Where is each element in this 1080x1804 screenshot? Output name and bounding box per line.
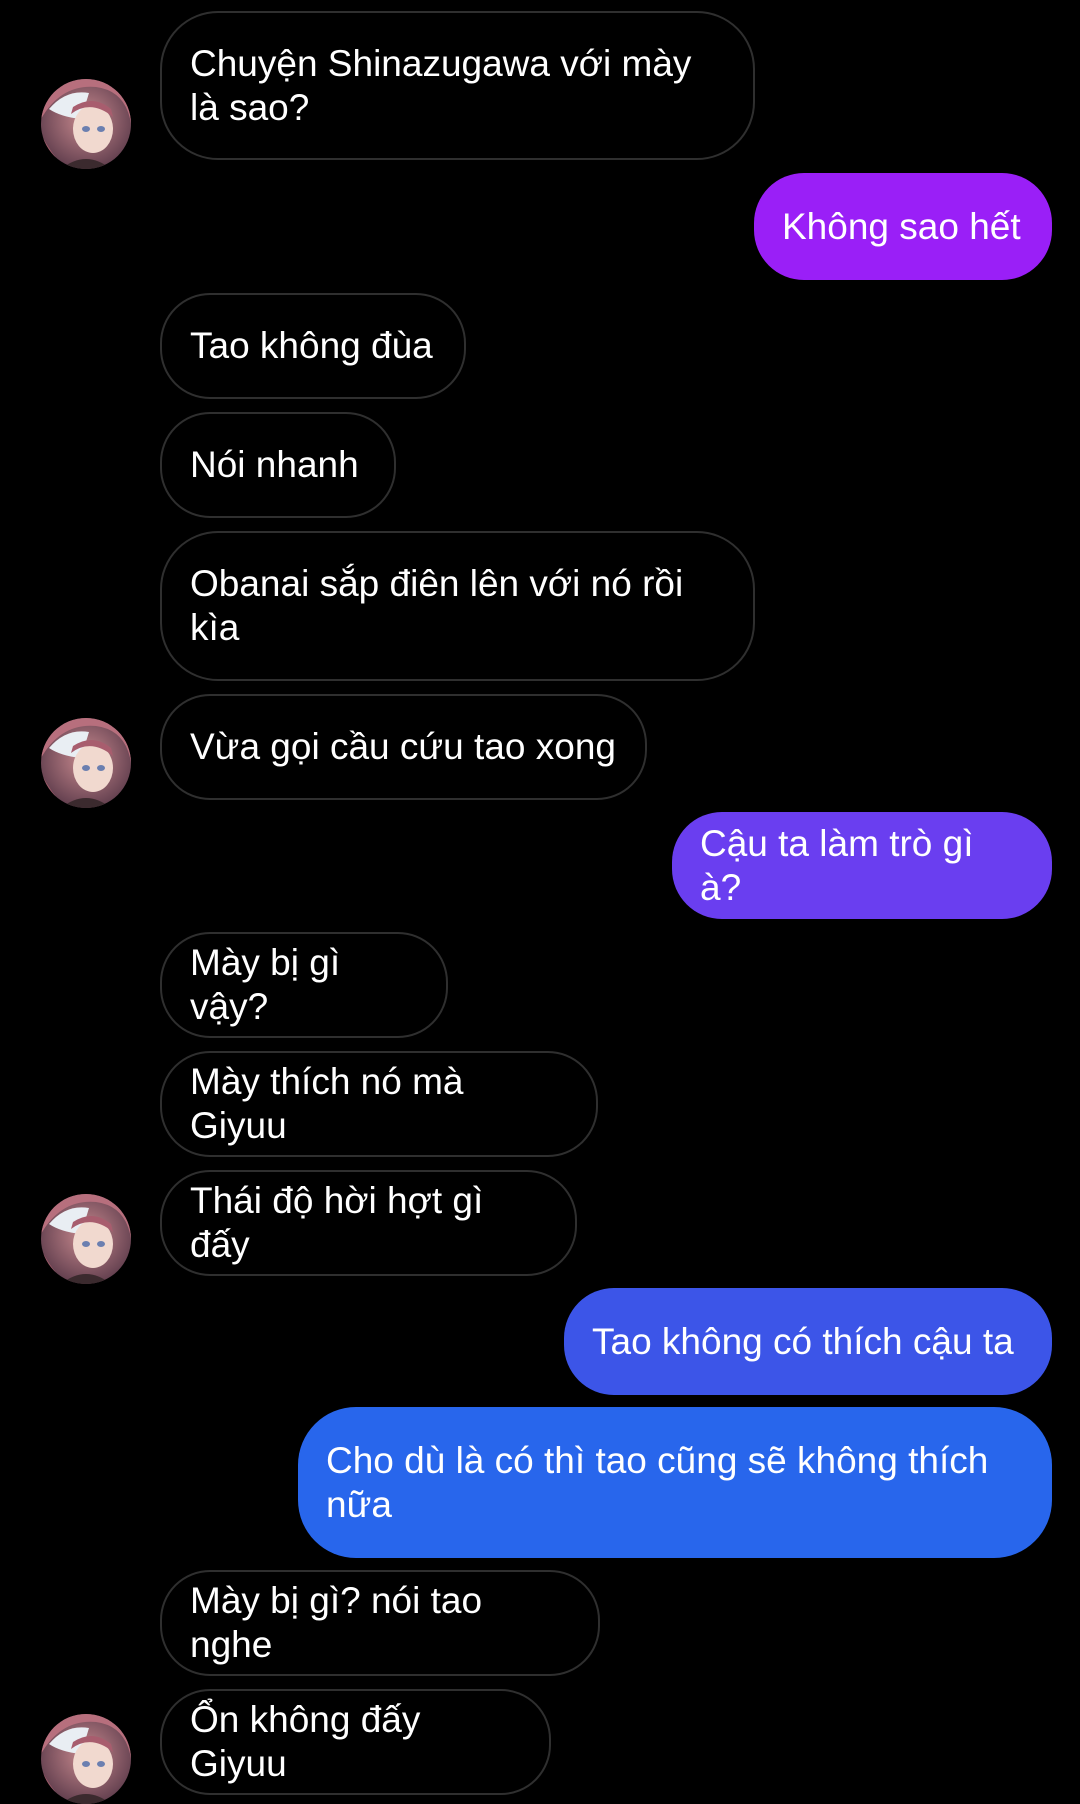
- message-text: Vừa gọi cầu cứu tao xong: [190, 726, 616, 767]
- incoming-message-bubble[interactable]: Tao không đùa: [160, 293, 466, 399]
- incoming-message-bubble[interactable]: Mày thích nó mà Giyuu: [160, 1051, 598, 1157]
- outgoing-message-bubble[interactable]: Cho dù là có thì tao cũng sẽ không thích…: [298, 1407, 1052, 1558]
- chat-thread[interactable]: Chuyện Shinazugawa với mày là sao? Không…: [0, 0, 1080, 1804]
- incoming-message-bubble[interactable]: Obanai sắp điên lên với nó rồi kìa: [160, 531, 755, 681]
- message-text: Mày thích nó mà Giyuu: [190, 1061, 464, 1146]
- contact-avatar[interactable]: [41, 718, 131, 808]
- message-text: Chuyện Shinazugawa với mày là sao?: [190, 42, 692, 128]
- avatar-image: [41, 1714, 131, 1804]
- contact-avatar[interactable]: [41, 79, 131, 169]
- message-text: Không sao hết: [782, 205, 1021, 247]
- incoming-message-bubble[interactable]: Ổn không đấy Giyuu: [160, 1689, 551, 1795]
- message-text: Cho dù là có thì tao cũng sẽ không thích…: [326, 1439, 989, 1525]
- message-text: Cậu ta làm trò gì à?: [700, 822, 974, 908]
- message-text: Ổn không đấy Giyuu: [190, 1699, 421, 1784]
- incoming-message-bubble[interactable]: Chuyện Shinazugawa với mày là sao?: [160, 11, 755, 160]
- avatar-image: [41, 79, 131, 169]
- incoming-message-bubble[interactable]: Vừa gọi cầu cứu tao xong: [160, 694, 647, 800]
- incoming-message-bubble[interactable]: Mày bị gì? nói tao nghe: [160, 1570, 600, 1676]
- message-text: Mày bị gì vậy?: [190, 942, 341, 1027]
- incoming-message-bubble[interactable]: Nói nhanh: [160, 412, 396, 518]
- message-text: Tao không đùa: [190, 325, 433, 366]
- outgoing-message-bubble[interactable]: Cậu ta làm trò gì à?: [672, 812, 1052, 919]
- message-text: Thái độ hời hợt gì đấy: [190, 1180, 484, 1265]
- incoming-message-bubble[interactable]: Thái độ hời hợt gì đấy: [160, 1170, 577, 1276]
- avatar-image: [41, 1194, 131, 1284]
- incoming-message-bubble[interactable]: Mày bị gì vậy?: [160, 932, 448, 1038]
- message-text: Nói nhanh: [190, 444, 359, 485]
- message-text: Mày bị gì? nói tao nghe: [190, 1580, 483, 1665]
- message-text: Tao không có thích cậu ta: [592, 1320, 1014, 1362]
- contact-avatar[interactable]: [41, 1194, 131, 1284]
- outgoing-message-bubble[interactable]: Tao không có thích cậu ta: [564, 1288, 1052, 1395]
- message-text: Obanai sắp điên lên với nó rồi kìa: [190, 563, 684, 648]
- outgoing-message-bubble[interactable]: Không sao hết: [754, 173, 1052, 280]
- contact-avatar[interactable]: [41, 1714, 131, 1804]
- avatar-image: [41, 718, 131, 808]
